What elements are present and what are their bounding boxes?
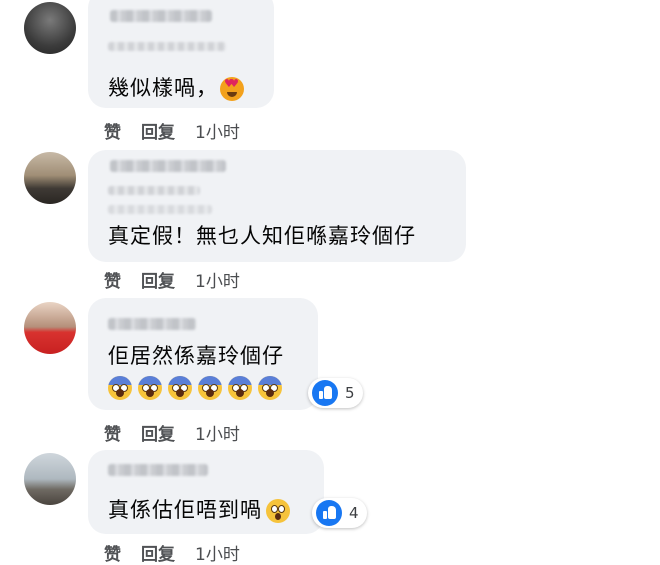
comment-text: 佢居然係嘉玲個仔 xyxy=(108,344,284,368)
reaction-count: 5 xyxy=(345,384,355,402)
avatar[interactable] xyxy=(24,302,76,354)
blurred-author-subtitle xyxy=(108,42,226,51)
blurred-author-subtitle xyxy=(108,186,200,195)
reply-button[interactable]: 回复 xyxy=(141,540,175,565)
reaction-summary[interactable]: 4 xyxy=(312,498,367,528)
comment-text: 真定假！無乜人知佢喺嘉玲個仔 xyxy=(108,224,416,248)
reaction-count: 4 xyxy=(349,504,359,522)
timestamp[interactable]: 1小时 xyxy=(195,540,240,565)
comment-bubble: 幾似樣喎， xyxy=(88,0,274,108)
timestamp[interactable]: 1小时 xyxy=(195,267,240,292)
comment-bubble: 真定假！無乜人知佢喺嘉玲個仔 xyxy=(88,150,466,262)
face-screaming-in-fear-icon xyxy=(108,376,132,400)
like-reaction-icon xyxy=(316,500,342,526)
face-screaming-in-fear-icon xyxy=(258,376,282,400)
emoji-row xyxy=(108,376,288,400)
blurred-author-name xyxy=(108,464,208,476)
comment-bubble: 佢居然係嘉玲個仔 xyxy=(88,298,318,410)
reply-button[interactable]: 回复 xyxy=(141,420,175,445)
reaction-summary[interactable]: 5 xyxy=(308,378,363,408)
blurred-author-name xyxy=(110,10,212,22)
face-screaming-in-fear-icon xyxy=(228,376,252,400)
reply-button[interactable]: 回复 xyxy=(141,267,175,292)
astonished-face-icon xyxy=(266,499,290,523)
comment-text: 幾似樣喎， xyxy=(108,72,250,102)
comment-actions: 赞 回复 1小时 xyxy=(104,118,260,143)
face-screaming-in-fear-icon xyxy=(138,376,162,400)
avatar[interactable] xyxy=(24,2,76,54)
comment-text: 真係估佢唔到喎 xyxy=(108,494,296,524)
timestamp[interactable]: 1小时 xyxy=(195,118,240,143)
like-button[interactable]: 赞 xyxy=(104,267,121,292)
comment-actions: 赞 回复 1小时 xyxy=(104,267,260,292)
avatar[interactable] xyxy=(24,453,76,505)
avatar[interactable] xyxy=(24,152,76,204)
like-reaction-icon xyxy=(312,380,338,406)
comment-actions: 赞 回复 1小时 xyxy=(104,420,260,445)
timestamp[interactable]: 1小时 xyxy=(195,420,240,445)
reply-button[interactable]: 回复 xyxy=(141,118,175,143)
blurred-author-name xyxy=(108,318,196,330)
like-button[interactable]: 赞 xyxy=(104,118,121,143)
blurred-author-subtitle xyxy=(108,205,212,214)
like-button[interactable]: 赞 xyxy=(104,540,121,565)
like-button[interactable]: 赞 xyxy=(104,420,121,445)
comment-bubble: 真係估佢唔到喎 xyxy=(88,450,324,534)
comment-actions: 赞 回复 1小时 xyxy=(104,540,260,565)
face-screaming-in-fear-icon xyxy=(168,376,192,400)
blurred-author-name xyxy=(110,160,226,172)
smiling-face-with-heart-eyes-icon xyxy=(220,77,244,101)
face-screaming-in-fear-icon xyxy=(198,376,222,400)
